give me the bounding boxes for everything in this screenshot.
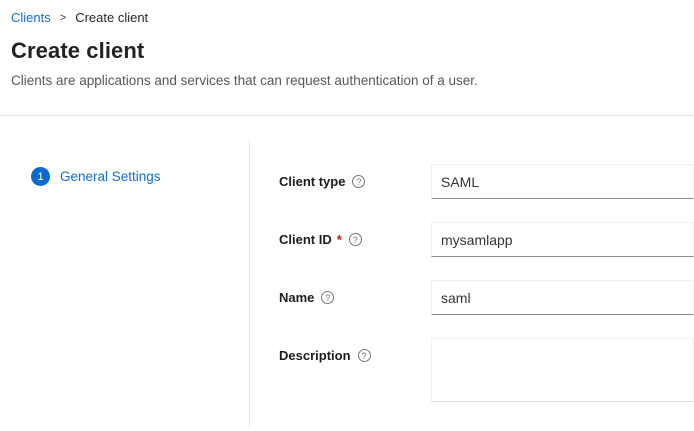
page-title: Create client — [11, 38, 678, 64]
form-row-description: Description ? — [279, 338, 694, 402]
page-subtitle: Clients are applications and services th… — [11, 73, 678, 88]
page-header: Clients > Create client Create client Cl… — [0, 0, 694, 88]
description-control — [431, 338, 694, 402]
client-id-input[interactable] — [431, 222, 694, 257]
form-row-client-type: Client type ? — [279, 164, 694, 199]
required-indicator: * — [337, 232, 342, 247]
step-label: General Settings — [60, 169, 161, 184]
name-input[interactable] — [431, 280, 694, 315]
breadcrumb-link-clients[interactable]: Clients — [11, 10, 51, 25]
client-type-label: Client type ? — [279, 174, 431, 189]
client-id-control — [431, 222, 694, 257]
name-help-icon[interactable]: ? — [321, 291, 334, 304]
form-row-name: Name ? — [279, 280, 694, 315]
client-id-label-text: Client ID — [279, 232, 332, 247]
client-type-input[interactable] — [431, 164, 694, 199]
client-type-label-text: Client type — [279, 174, 345, 189]
description-label-text: Description — [279, 348, 351, 363]
create-client-form: Client type ? Client ID * ? Name ? — [250, 116, 694, 430]
wizard-nav: 1 General Settings — [0, 140, 250, 428]
step-number-badge: 1 — [31, 167, 50, 186]
description-help-icon[interactable]: ? — [358, 349, 371, 362]
name-control — [431, 280, 694, 315]
name-label-text: Name — [279, 290, 314, 305]
name-label: Name ? — [279, 290, 431, 305]
breadcrumb-current: Create client — [75, 10, 148, 25]
client-id-label: Client ID * ? — [279, 232, 431, 247]
description-label: Description ? — [279, 338, 431, 363]
description-textarea[interactable] — [431, 338, 694, 402]
form-row-client-id: Client ID * ? — [279, 222, 694, 257]
content-area: 1 General Settings Client type ? Client … — [0, 116, 694, 430]
client-id-help-icon[interactable]: ? — [349, 233, 362, 246]
breadcrumb: Clients > Create client — [11, 10, 678, 25]
client-type-control — [431, 164, 694, 199]
client-type-help-icon[interactable]: ? — [352, 175, 365, 188]
breadcrumb-separator-icon: > — [60, 12, 66, 24]
wizard-step-general-settings[interactable]: 1 General Settings — [31, 167, 249, 186]
